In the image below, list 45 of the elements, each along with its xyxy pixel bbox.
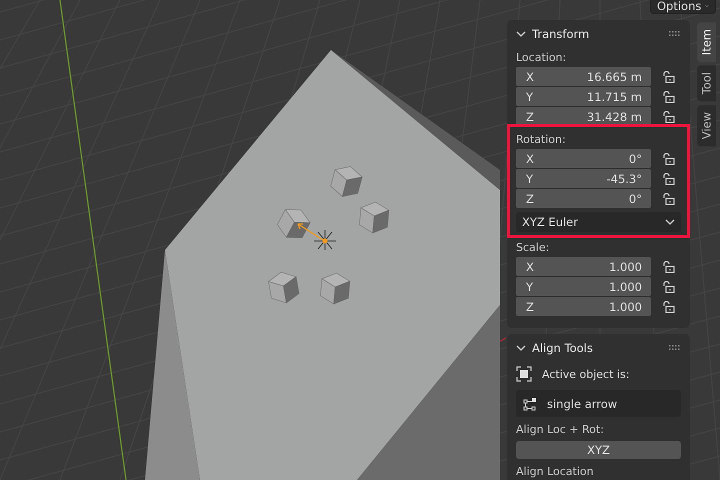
sidebar-tab[interactable]: View [697,104,716,146]
sidebar-tab[interactable]: Item [697,22,716,62]
drag-handle-icon[interactable] [669,31,681,37]
chevron-icon[interactable] [516,30,526,38]
rotation-mode-dropdown[interactable]: XYZ Euler [516,212,681,232]
lock-icon[interactable] [661,260,675,272]
number-field[interactable]: Y 1.000 [516,277,651,296]
field-label: Active object is: [542,368,630,380]
lock-icon[interactable] [661,90,675,102]
chevron-icon[interactable] [516,344,526,352]
cube-drawing [268,272,300,304]
section-label: Rotation: [516,132,567,148]
empty-object-drawing [297,223,336,250]
number-field[interactable]: X 0° [516,149,651,168]
number-field[interactable]: X 1.000 [516,257,651,276]
number-field[interactable]: Y 11.715 m [516,87,651,106]
object-icon [516,366,532,382]
number-field[interactable]: X 16.665 m [516,67,651,86]
section-label: Align Loc + Rot: [516,422,605,438]
object-field[interactable]: single arrow [516,390,681,417]
lock-icon[interactable] [661,280,675,292]
cube-drawing [359,202,390,234]
number-field[interactable]: Z 1.000 [516,297,651,316]
xyz-button[interactable]: XYZ [516,441,681,459]
chevron-icon[interactable] [665,218,675,226]
section-label: Align Location [516,464,595,480]
number-field[interactable]: Z 0° [516,189,651,208]
lock-icon[interactable] [661,192,675,204]
cube-drawing [330,166,363,198]
object-icon [523,396,537,410]
options-dropdown[interactable]: Options [650,0,716,14]
lock-icon[interactable] [661,300,675,312]
panel-title[interactable]: Align Tools [532,341,663,355]
lock-icon[interactable] [661,110,675,122]
number-field[interactable]: Y -45.3° [516,169,651,188]
sidebar-tab[interactable]: Tool [697,65,716,102]
panel-title[interactable]: Transform [532,27,663,41]
section-label: Scale: [516,240,550,256]
section-label: Location: [516,50,568,66]
cube-drawing [277,209,311,238]
lock-icon[interactable] [661,70,675,82]
lock-icon[interactable] [661,152,675,164]
lock-icon[interactable] [661,172,675,184]
cube-drawing [320,272,350,304]
drag-handle-icon[interactable] [669,345,681,351]
